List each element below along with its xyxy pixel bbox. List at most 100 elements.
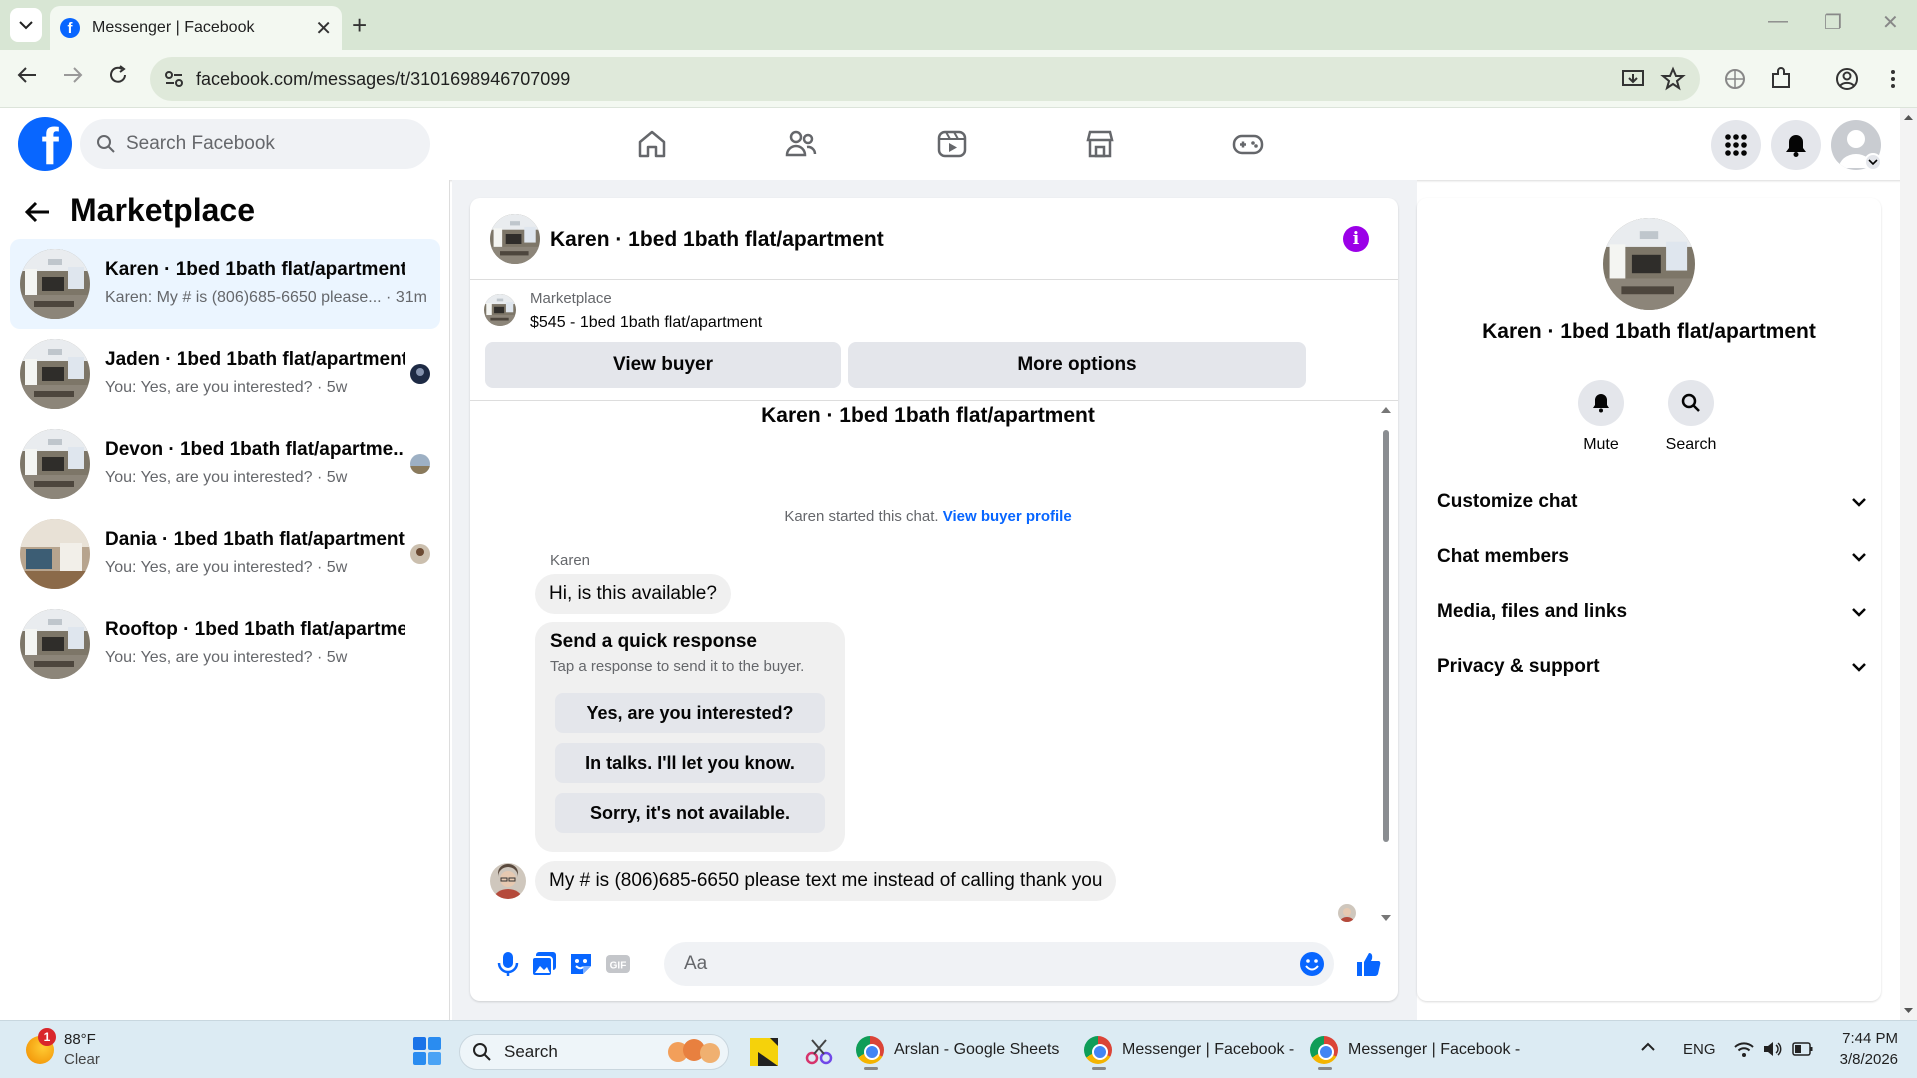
info-icon[interactable]: i — [1343, 226, 1369, 252]
weather-badge: 1 — [38, 1028, 56, 1046]
taskbar-app-messenger[interactable]: Messenger | Facebook - — [1084, 1030, 1294, 1070]
conversation-item[interactable]: Devon · 1bed 1bath flat/apartme... You: … — [10, 419, 440, 509]
panel-title: Marketplace — [70, 192, 255, 228]
message-area — [470, 400, 1398, 401]
emoji-icon[interactable] — [1298, 950, 1326, 978]
extensions-icon[interactable] — [1768, 66, 1794, 92]
wifi-icon[interactable] — [1734, 1040, 1754, 1058]
listing-thumbnail — [484, 294, 516, 326]
taskbar-app-messenger-2[interactable]: Messenger | Facebook - — [1310, 1030, 1520, 1070]
facebook-search-input[interactable]: Search Facebook — [80, 119, 430, 169]
new-tab-button[interactable]: + — [352, 12, 367, 38]
clock-date[interactable]: 3/8/2026 — [1828, 1051, 1898, 1068]
bell-icon — [1593, 394, 1609, 413]
close-window-icon[interactable]: ✕ — [1882, 10, 1899, 35]
page-scrollbar[interactable] — [1900, 108, 1917, 1020]
view-buyer-profile-link[interactable]: View buyer profile — [943, 508, 1072, 525]
gif-icon[interactable]: GIF — [604, 950, 632, 978]
minimize-icon[interactable]: — — [1768, 10, 1788, 33]
restore-icon[interactable]: ❐ — [1824, 10, 1842, 35]
weather-temp[interactable]: 88°F — [64, 1031, 96, 1048]
menu-grid-icon — [1725, 134, 1747, 156]
snipping-tool-icon[interactable] — [804, 1036, 834, 1066]
sticky-notes-icon[interactable] — [750, 1038, 778, 1066]
tray-chevron-icon[interactable] — [1640, 1042, 1656, 1052]
marketplace-label: Marketplace — [530, 290, 612, 307]
view-buyer-button[interactable]: View buyer — [485, 342, 841, 388]
conversation-avatar — [20, 609, 90, 679]
taskbar-app-google-sheets[interactable]: Arslan - Google Sheets — [856, 1030, 1059, 1070]
message-input[interactable]: Aa — [664, 942, 1334, 986]
conversation-item[interactable]: Jaden · 1bed 1bath flat/apartment You: Y… — [10, 329, 440, 419]
chevron-down-icon — [19, 21, 33, 30]
browser-tab-messenger[interactable]: f Messenger | Facebook ✕ — [50, 6, 342, 50]
chat-avatar[interactable] — [490, 214, 540, 264]
conversation-name: Dania · 1bed 1bath flat/apartment — [105, 529, 405, 550]
vpn-globe-icon[interactable] — [1722, 66, 1748, 92]
read-receipt-avatar — [1338, 904, 1356, 922]
conversation-item[interactable]: Rooftop · 1bed 1bath flat/apartment You:… — [10, 599, 440, 689]
message-bubble: My # is (806)685-6650 please text me ins… — [535, 861, 1117, 901]
conversation-item[interactable]: Dania · 1bed 1bath flat/apartment You: Y… — [10, 509, 440, 599]
profile-icon[interactable] — [1834, 66, 1860, 92]
message-bubble: Hi, is this available? — [535, 574, 731, 614]
back-icon[interactable] — [16, 64, 38, 86]
address-bar[interactable]: facebook.com/messages/t/3101698946707099 — [150, 57, 1700, 101]
mute-button[interactable]: Mute — [1556, 380, 1646, 454]
language-indicator[interactable]: ENG — [1683, 1041, 1716, 1058]
conversation-avatar — [20, 339, 90, 409]
search-icon — [1681, 393, 1700, 412]
microphone-icon[interactable] — [494, 950, 522, 978]
photo-icon[interactable] — [530, 950, 558, 978]
customize-chat-section[interactable]: Customize chat — [1437, 482, 1867, 522]
back-arrow-icon[interactable] — [24, 198, 52, 226]
home-icon[interactable] — [632, 124, 672, 164]
browser-menu-icon[interactable] — [1880, 66, 1906, 92]
more-options-button[interactable]: More options — [848, 342, 1306, 388]
facebook-favicon-icon: f — [60, 18, 80, 38]
quick-response-button[interactable]: In talks. I'll let you know. — [555, 743, 825, 783]
sender-name: Karen — [550, 552, 591, 569]
gaming-icon[interactable] — [1228, 124, 1268, 164]
started-text: Karen started this chat. — [784, 508, 939, 525]
facebook-logo[interactable]: f — [18, 117, 72, 171]
profile-avatar[interactable] — [1603, 218, 1695, 310]
reload-icon[interactable] — [107, 64, 129, 86]
clock-time[interactable]: 7:44 PM — [1838, 1030, 1898, 1047]
marketplace-icon[interactable] — [1080, 124, 1120, 164]
listing-title[interactable]: $545 - 1bed 1bath flat/apartment — [530, 314, 762, 332]
chat-scrollbar[interactable] — [1380, 403, 1392, 923]
tab-search-button[interactable] — [10, 8, 42, 42]
section-label: Chat members — [1437, 546, 1569, 567]
conversation-preview: Karen: My # is (806)685-6650 please... ·… — [105, 289, 427, 306]
privacy-support-section[interactable]: Privacy & support — [1437, 647, 1867, 687]
forward-icon[interactable] — [62, 64, 84, 86]
friends-icon[interactable] — [781, 124, 821, 164]
install-app-icon[interactable] — [1620, 66, 1646, 92]
media-files-links-section[interactable]: Media, files and links — [1437, 592, 1867, 632]
site-info-icon[interactable] — [164, 69, 184, 89]
quick-response-button[interactable]: Sorry, it's not available. — [555, 793, 825, 833]
quick-response-button[interactable]: Yes, are you interested? — [555, 693, 825, 733]
battery-icon[interactable] — [1792, 1041, 1814, 1057]
chat-members-section[interactable]: Chat members — [1437, 537, 1867, 577]
conversation-item[interactable]: Karen · 1bed 1bath flat/apartment Karen:… — [10, 239, 440, 329]
menu-grid-button[interactable] — [1711, 120, 1761, 170]
volume-icon[interactable] — [1762, 1040, 1782, 1058]
notifications-button[interactable] — [1771, 120, 1821, 170]
thumbs-up-icon[interactable] — [1354, 950, 1382, 978]
account-chevron-icon[interactable] — [1864, 153, 1882, 171]
chat-name[interactable]: Karen · 1bed 1bath flat/apartment — [550, 228, 884, 252]
chat-started-notice: Karen started this chat. View buyer prof… — [470, 508, 1386, 525]
windows-start-icon[interactable] — [412, 1036, 442, 1066]
search-chat-button[interactable]: Search — [1646, 380, 1736, 454]
video-icon[interactable] — [932, 124, 972, 164]
close-tab-icon[interactable]: ✕ — [315, 16, 332, 41]
conversation-preview: You: Yes, are you interested? · 5w — [105, 649, 348, 666]
url-text: facebook.com/messages/t/3101698946707099 — [196, 68, 571, 89]
tab-title: Messenger | Facebook — [92, 19, 255, 36]
sticker-icon[interactable] — [567, 950, 595, 978]
sender-avatar[interactable] — [490, 863, 526, 899]
bookmark-star-icon[interactable] — [1660, 66, 1686, 92]
conversation-avatar — [20, 519, 90, 589]
